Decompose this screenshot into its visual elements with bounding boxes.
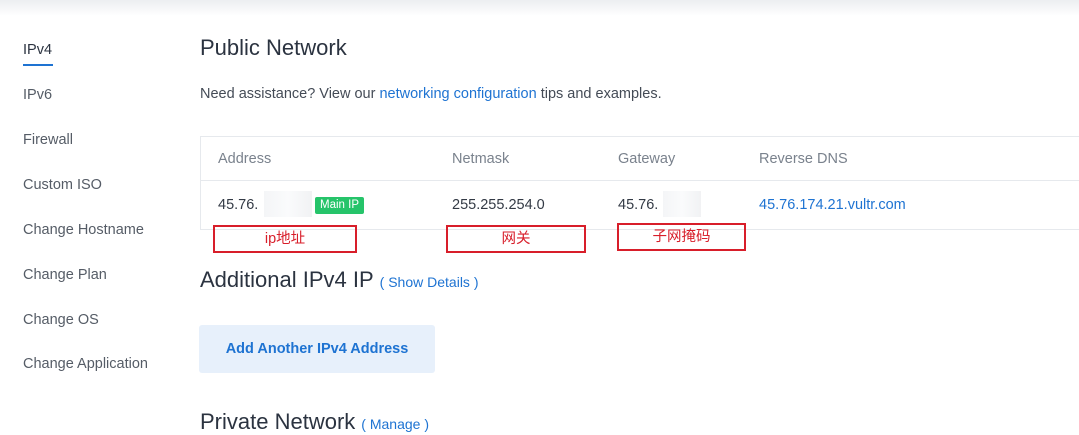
public-network-title: Public Network (200, 35, 347, 60)
private-network-title: Private Network (200, 409, 356, 434)
cell-reverse-dns-link[interactable]: 45.76.174.21.vultr.com (759, 197, 906, 213)
active-tab-indicator (23, 64, 53, 66)
table-header: Address Netmask Gateway Reverse DNS (201, 137, 1079, 181)
assist-prefix: Need assistance? View our (200, 86, 380, 102)
annotation-ip-address: ip地址 (213, 225, 357, 253)
header-gateway: Gateway (618, 151, 676, 167)
main-ip-badge: Main IP (315, 197, 364, 214)
header-address: Address (218, 151, 272, 167)
assist-suffix: tips and examples. (536, 86, 662, 102)
address-redaction (264, 191, 312, 217)
cell-netmask: 255.255.254.0 (452, 197, 545, 213)
sidebar-item-change-hostname[interactable]: Change Hostname (23, 222, 144, 238)
sidebar-item-ipv4[interactable]: IPv4 (23, 42, 52, 58)
show-details-link[interactable]: ( Show Details ) (380, 274, 479, 290)
additional-ipv4-section: Additional IPv4 IP ( Show Details ) (200, 267, 478, 293)
additional-ipv4-title: Additional IPv4 IP (200, 267, 374, 292)
header-netmask: Netmask (452, 151, 510, 167)
sidebar-item-change-application[interactable]: Change Application (23, 356, 148, 372)
cell-address: 45.76. (218, 197, 259, 213)
annotation-gateway: 子网掩码 (617, 223, 746, 251)
sidebar: IPv4 IPv6 Firewall Custom ISO Change Hos… (0, 0, 180, 434)
sidebar-item-firewall[interactable]: Firewall (23, 132, 73, 148)
sidebar-item-custom-iso[interactable]: Custom ISO (23, 177, 102, 193)
private-network-section: Private Network ( Manage ) (200, 409, 429, 435)
assistance-text: Need assistance? View our networking con… (200, 86, 662, 102)
annotation-netmask: 网关 (446, 225, 586, 253)
cell-gateway: 45.76. (618, 197, 659, 213)
sidebar-item-change-os[interactable]: Change OS (23, 312, 99, 328)
manage-link[interactable]: ( Manage ) (361, 416, 429, 432)
networking-configuration-link[interactable]: networking configuration (379, 86, 536, 102)
gateway-redaction (663, 191, 701, 217)
sidebar-item-ipv6[interactable]: IPv6 (23, 87, 52, 103)
add-another-ipv4-button[interactable]: Add Another IPv4 Address (199, 325, 435, 373)
header-reverse-dns: Reverse DNS (759, 151, 848, 167)
sidebar-item-change-plan[interactable]: Change Plan (23, 267, 107, 283)
public-network-table: Address Netmask Gateway Reverse DNS 45.7… (200, 136, 1079, 230)
